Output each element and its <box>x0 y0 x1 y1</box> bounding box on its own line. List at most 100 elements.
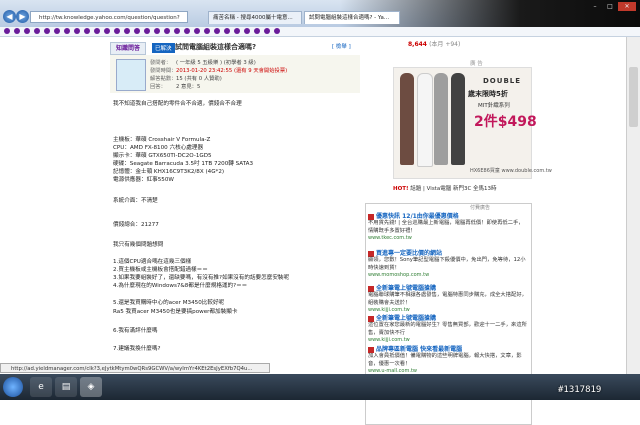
sponsored-item[interactable]: 買進專一定要比價的網站 顯領，您數！Sony筆記型電腦下殺優價中，免出門，免等待… <box>368 248 528 278</box>
sponsored-headline-text[interactable]: 品牌專區新電腦 快來看最新電腦 <box>376 346 462 353</box>
close-button[interactable]: ✕ <box>618 2 636 11</box>
favorite-icon[interactable] <box>74 28 80 34</box>
ie-icon[interactable]: e <box>30 377 52 397</box>
ad-model-figure <box>417 73 433 167</box>
favorite-icon[interactable] <box>214 28 220 34</box>
avatar[interactable] <box>116 59 146 91</box>
body-line: 我不知道我自己搭配的零件合不合適，價錢合不合理 <box>113 101 242 107</box>
favorite-icon[interactable] <box>44 28 50 34</box>
sponsored-headline-text[interactable]: 買進專一定要比價的網站 <box>376 250 442 257</box>
sponsored-headline[interactable]: 全新筆電上號電腦搶購 <box>368 283 528 292</box>
ad-model-figure <box>400 73 414 165</box>
body-line: 顯示卡：華碩 GTX650TI-DC2O-1GD5 <box>113 153 212 159</box>
ad-url[interactable]: HX6E86買童 www.double.com.tw <box>470 167 552 174</box>
sponsored-text: 這位置在家您最新的電腦好生？零售無買部，歡迎十一二手，來這所售，賣加快不行 <box>368 322 527 336</box>
sponsored-headline[interactable]: 優惠快訊 12/1由你最優惠價格 <box>368 211 528 220</box>
forward-button[interactable]: ▶ <box>16 10 29 23</box>
favorite-icon[interactable] <box>94 28 100 34</box>
favorite-icon[interactable] <box>24 28 30 34</box>
sponsored-item[interactable]: 品牌專區新電腦 快來看最新電腦 加入會員抵價值！備電購物的這些明牌電腦，報大快搭… <box>368 344 528 374</box>
hot-links[interactable]: 話題 | Vista電腦 新門3C 全馬13時 <box>410 186 496 192</box>
site-logo[interactable]: 知識問答 <box>110 42 146 55</box>
favorite-icon[interactable] <box>224 28 230 34</box>
sponsored-headline-text[interactable]: 優惠快訊 12/1由你最優惠價格 <box>376 213 459 220</box>
asker-row: 發問者：( 一年級 5 五級樂 ) (初學者 3 級) <box>150 58 256 66</box>
favorite-icon[interactable] <box>14 28 20 34</box>
body-line: 7.建議我換什麼嗎? <box>113 346 161 352</box>
ad-model-figure <box>451 73 465 165</box>
minimize-button[interactable]: – <box>588 2 602 11</box>
body-line: 1.這個CPU適合嗎在這幾三個樣 <box>113 259 192 265</box>
hot-topics: HOT! 話題 | Vista電腦 新門3C 全馬13時 <box>393 184 497 192</box>
favorite-icon[interactable] <box>4 28 10 34</box>
sponsored-item[interactable]: 優惠快訊 12/1由你最優惠價格 不用貨先錢! | 全台巡購最上新電腦，電腦再低… <box>368 211 528 241</box>
body-line: Ra5 我買acer M3450也是要搞power都加裝顯卡 <box>113 309 238 315</box>
favorite-icon[interactable] <box>54 28 60 34</box>
favorite-icon[interactable] <box>184 28 190 34</box>
favorite-icon[interactable] <box>174 28 180 34</box>
back-button[interactable]: ◀ <box>3 10 16 23</box>
favorite-icon[interactable] <box>264 28 270 34</box>
sponsored-url[interactable]: www.kijji.com.tw <box>368 337 528 343</box>
address-bar[interactable]: http://tw.knowledge.yahoo.com/question/q… <box>30 11 188 23</box>
body-line: 我只有幾個問題想問 <box>113 242 164 248</box>
bullet-icon <box>368 250 374 257</box>
user-points: 8,644 (本月 +94) <box>408 39 460 48</box>
body-line: 系統介面：不清楚 <box>113 198 158 204</box>
tab-1[interactable]: 痛苦名稱 - 搜尋4000屬十電意... <box>208 11 302 24</box>
sponsored-item[interactable]: 全新筆電上號電腦搶購 這位置在家您最新的電腦好生？零售無買部，歡迎十一二手，來這… <box>368 313 528 343</box>
favorite-icon[interactable] <box>124 28 130 34</box>
sponsored-headline-text[interactable]: 全新筆電上號電腦搶購 <box>376 315 436 322</box>
favorite-icon[interactable] <box>114 28 120 34</box>
sponsored-text: 加入會員抵價值！備電購物的這些明牌電腦，報大快搭，文章，影音，優惠一次看！ <box>368 353 522 367</box>
ad-label: 廣 告 <box>470 61 483 67</box>
question-title: 試問電腦組裝這樣合適嗎? <box>175 43 257 51</box>
body-line: 2.買主機板或主機板會搭配錯過樣＝＝ <box>113 267 208 273</box>
reply-label: 回答： <box>150 84 166 90</box>
report-link[interactable]: [ 檢舉 ] <box>332 42 351 50</box>
sponsored-url[interactable]: www.momoshop.com.tw <box>368 272 528 278</box>
vertical-scrollbar[interactable] <box>626 37 640 374</box>
ad-price: 2件$498 <box>474 114 537 130</box>
favorite-icon[interactable] <box>134 28 140 34</box>
body-line: CPU：AMD FX-8100 六核心處理器 <box>113 145 204 151</box>
sponsored-headline-text[interactable]: 全新筆電上號電腦搶購 <box>376 285 436 292</box>
favorite-icon[interactable] <box>274 28 280 34</box>
body-line: 3.如果我要組裝好了，還缺要嗎，有沒有推?如果沒有的話要怎麼安裝呢 <box>113 275 290 281</box>
app-icon[interactable]: ◈ <box>80 377 102 397</box>
tab-2-active[interactable]: 試問電腦組裝這樣合適嗎? - Ya... <box>304 11 400 24</box>
favorite-icon[interactable] <box>84 28 90 34</box>
sponsored-text: 電腦聯球購筆不相讓各處發售，電腦特惠同步購充，成全大搭配好，組裝購會夫送於！ <box>368 292 527 306</box>
body-line: 5.還是我買購時中心的acer M3450比較好呢 <box>113 300 225 306</box>
favorite-icon[interactable] <box>104 28 110 34</box>
favorite-icon[interactable] <box>144 28 150 34</box>
sponsored-headline[interactable]: 買進專一定要比價的網站 <box>368 248 528 257</box>
taskbar: e ▤ ◈ <box>0 374 640 400</box>
scrollbar-thumb[interactable] <box>629 67 638 127</box>
points-number: 8,644 <box>408 41 427 48</box>
maximize-button[interactable]: □ <box>603 2 617 11</box>
sponsored-text: 不用貨先錢! | 全台巡購最上新電腦，電腦再低價！即使再低二手，情購既手多置好禮… <box>368 220 524 234</box>
sponsored-item[interactable]: 全新筆電上號電腦搶購 電腦聯球購筆不相讓各處發售，電腦特惠同步購充，成全大搭配好… <box>368 283 528 313</box>
sponsored-title: 付費廣告 <box>470 205 491 211</box>
points-label: 解答點數： <box>150 76 177 82</box>
favorite-icon[interactable] <box>164 28 170 34</box>
favorite-icon[interactable] <box>234 28 240 34</box>
reply-value: 2 意見：5 <box>176 84 201 90</box>
favorite-icon[interactable] <box>64 28 70 34</box>
folder-icon[interactable]: ▤ <box>55 377 77 397</box>
favorite-icon[interactable] <box>244 28 250 34</box>
bullet-icon <box>368 285 374 292</box>
favorite-icon[interactable] <box>194 28 200 34</box>
hot-label: HOT! <box>393 186 409 192</box>
favorite-icon[interactable] <box>254 28 260 34</box>
sponsored-headline[interactable]: 全新筆電上號電腦搶購 <box>368 313 528 322</box>
favorite-icon[interactable] <box>34 28 40 34</box>
sponsored-url[interactable]: www.tkec.com.tw <box>368 235 528 241</box>
sponsored-headline[interactable]: 品牌專區新電腦 快來看最新電腦 <box>368 344 528 353</box>
ad-subtitle: MIT針織系列 <box>478 103 510 109</box>
favorite-icon[interactable] <box>204 28 210 34</box>
reply-row: 回答： 2 意見：5 <box>150 82 200 90</box>
favorite-icon[interactable] <box>154 28 160 34</box>
start-button[interactable] <box>3 377 23 397</box>
